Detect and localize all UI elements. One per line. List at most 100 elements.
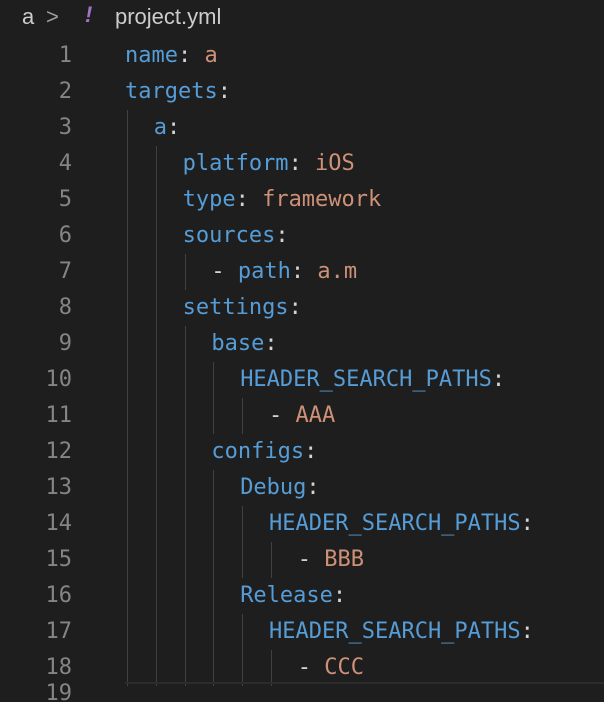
- line-number: 9: [58, 331, 72, 356]
- yaml-colon: :: [491, 367, 506, 392]
- code-line[interactable]: 14 HEADER_SEARCH_PATHS:: [0, 506, 604, 542]
- indent-guide: [155, 146, 157, 686]
- yaml-colon: :: [288, 151, 302, 176]
- code-line[interactable]: 15 - BBB: [0, 542, 604, 578]
- code-text: platform: iOS: [183, 146, 355, 182]
- yaml-key: HEADER_SEARCH_PATHS: [240, 367, 492, 392]
- yaml-key: configs: [211, 439, 305, 464]
- line-number: 7: [58, 259, 72, 284]
- line-number: 16: [45, 583, 73, 608]
- indent-guide: [271, 542, 272, 578]
- yaml-key: sources: [182, 223, 276, 248]
- code-line[interactable]: 10 HEADER_SEARCH_PATHS:: [0, 362, 604, 398]
- yaml-key: targets: [125, 79, 218, 104]
- yaml-value: a: [191, 43, 218, 68]
- code-line[interactable]: 3 a:: [0, 110, 604, 146]
- code-text: name: a: [125, 38, 218, 74]
- indent-guide: [271, 650, 272, 686]
- indent-guide: [242, 506, 244, 578]
- yaml-key: name: [125, 43, 178, 68]
- code-text: HEADER_SEARCH_PATHS:: [240, 362, 505, 398]
- indent-guide: [184, 326, 186, 686]
- yaml-colon: :: [264, 331, 278, 356]
- code-line[interactable]: 9 base:: [0, 326, 604, 362]
- indent-guide: [242, 398, 244, 434]
- yaml-colon: :: [217, 79, 231, 104]
- yaml-key: Release: [240, 583, 333, 608]
- code-line[interactable]: 4 platform: iOS: [0, 146, 604, 182]
- indent-guide: [242, 614, 244, 686]
- yaml-key: path: [237, 259, 291, 284]
- yaml-key: HEADER_SEARCH_PATHS: [269, 511, 521, 536]
- code-text: HEADER_SEARCH_PATHS:: [269, 614, 534, 650]
- yaml-colon: :: [520, 619, 534, 644]
- code-line[interactable]: 8 settings:: [0, 290, 604, 326]
- line-number: 19: [45, 681, 73, 702]
- list-dash: -: [269, 403, 296, 428]
- code-line[interactable]: 16 Release:: [0, 578, 604, 614]
- list-dash: -: [211, 259, 238, 284]
- code-text: - path: a.m: [211, 254, 357, 290]
- yaml-colon: :: [288, 295, 302, 320]
- yaml-colon: :: [167, 115, 181, 140]
- line-number: 11: [45, 403, 73, 428]
- indent-guide: [127, 110, 128, 686]
- line-number: 8: [58, 295, 72, 320]
- yaml-colon: :: [304, 439, 318, 464]
- yaml-key: type: [182, 187, 236, 212]
- yaml-key: platform: [182, 151, 289, 176]
- code-text: targets:: [125, 74, 231, 110]
- indent-guide: [213, 470, 215, 686]
- yaml-key: a: [153, 115, 168, 140]
- indent-guide: [184, 254, 186, 290]
- code-text: - AAA: [269, 398, 335, 434]
- code-line[interactable]: 18- CCC: [0, 650, 604, 686]
- indent-guide: [213, 362, 215, 434]
- code-text: Debug:: [240, 470, 319, 506]
- code-text: sources:: [183, 218, 289, 254]
- code-line[interactable]: 19: [0, 681, 604, 702]
- code-line[interactable]: 12 configs:: [0, 434, 604, 470]
- yaml-value: framework: [248, 187, 382, 212]
- code-text: settings:: [183, 290, 302, 326]
- line-number: 13: [45, 475, 73, 500]
- line-number: 15: [45, 547, 73, 572]
- breadcrumb: a > ! project.yml: [0, 0, 604, 36]
- yaml-key: base: [211, 331, 265, 356]
- code-text: base:: [211, 326, 277, 362]
- code-line[interactable]: 13 Debug:: [0, 470, 604, 506]
- yaml-colon: :: [520, 511, 534, 536]
- code-text: HEADER_SEARCH_PATHS:: [269, 506, 534, 542]
- list-dash: -: [297, 655, 325, 680]
- line-number: 4: [58, 151, 72, 176]
- code-line[interactable]: 17 HEADER_SEARCH_PATHS:: [0, 614, 604, 650]
- yaml-colon: :: [275, 223, 289, 248]
- line-number: 3: [58, 115, 72, 140]
- line-number: 14: [45, 511, 73, 536]
- yaml-file-icon: !: [85, 2, 93, 27]
- code-line[interactable]: 11 - AAA: [0, 398, 604, 434]
- list-dash: -: [297, 547, 325, 572]
- breadcrumb-file[interactable]: project.yml: [115, 4, 221, 30]
- code-text: configs:: [211, 434, 317, 470]
- code-text: a:: [154, 110, 181, 146]
- line-number: 1: [58, 43, 72, 68]
- yaml-value: BBB: [324, 547, 365, 572]
- yaml-value: iOS: [301, 151, 355, 176]
- code-line[interactable]: 1 name: a: [0, 38, 604, 74]
- yaml-colon: :: [332, 583, 347, 608]
- code-line[interactable]: 5 type: framework: [0, 182, 604, 218]
- line-number: 2: [58, 79, 72, 104]
- yaml-key: HEADER_SEARCH_PATHS: [269, 619, 521, 644]
- breadcrumb-folder[interactable]: a: [22, 4, 34, 30]
- yaml-key: Debug: [240, 475, 307, 500]
- yaml-value: CCC: [324, 655, 365, 680]
- yaml-key: settings: [182, 295, 289, 320]
- code-line[interactable]: 2 targets:: [0, 74, 604, 110]
- line-number: 12: [45, 439, 73, 464]
- current-line-highlight: [125, 682, 604, 684]
- code-editor[interactable]: 1 name: a 2 targets: 3 a: 4 platform: iOS 5 type:…: [0, 38, 604, 702]
- line-number: 17: [45, 619, 73, 644]
- code-line[interactable]: 7 - path: a.m: [0, 254, 604, 290]
- code-line[interactable]: 6 sources:: [0, 218, 604, 254]
